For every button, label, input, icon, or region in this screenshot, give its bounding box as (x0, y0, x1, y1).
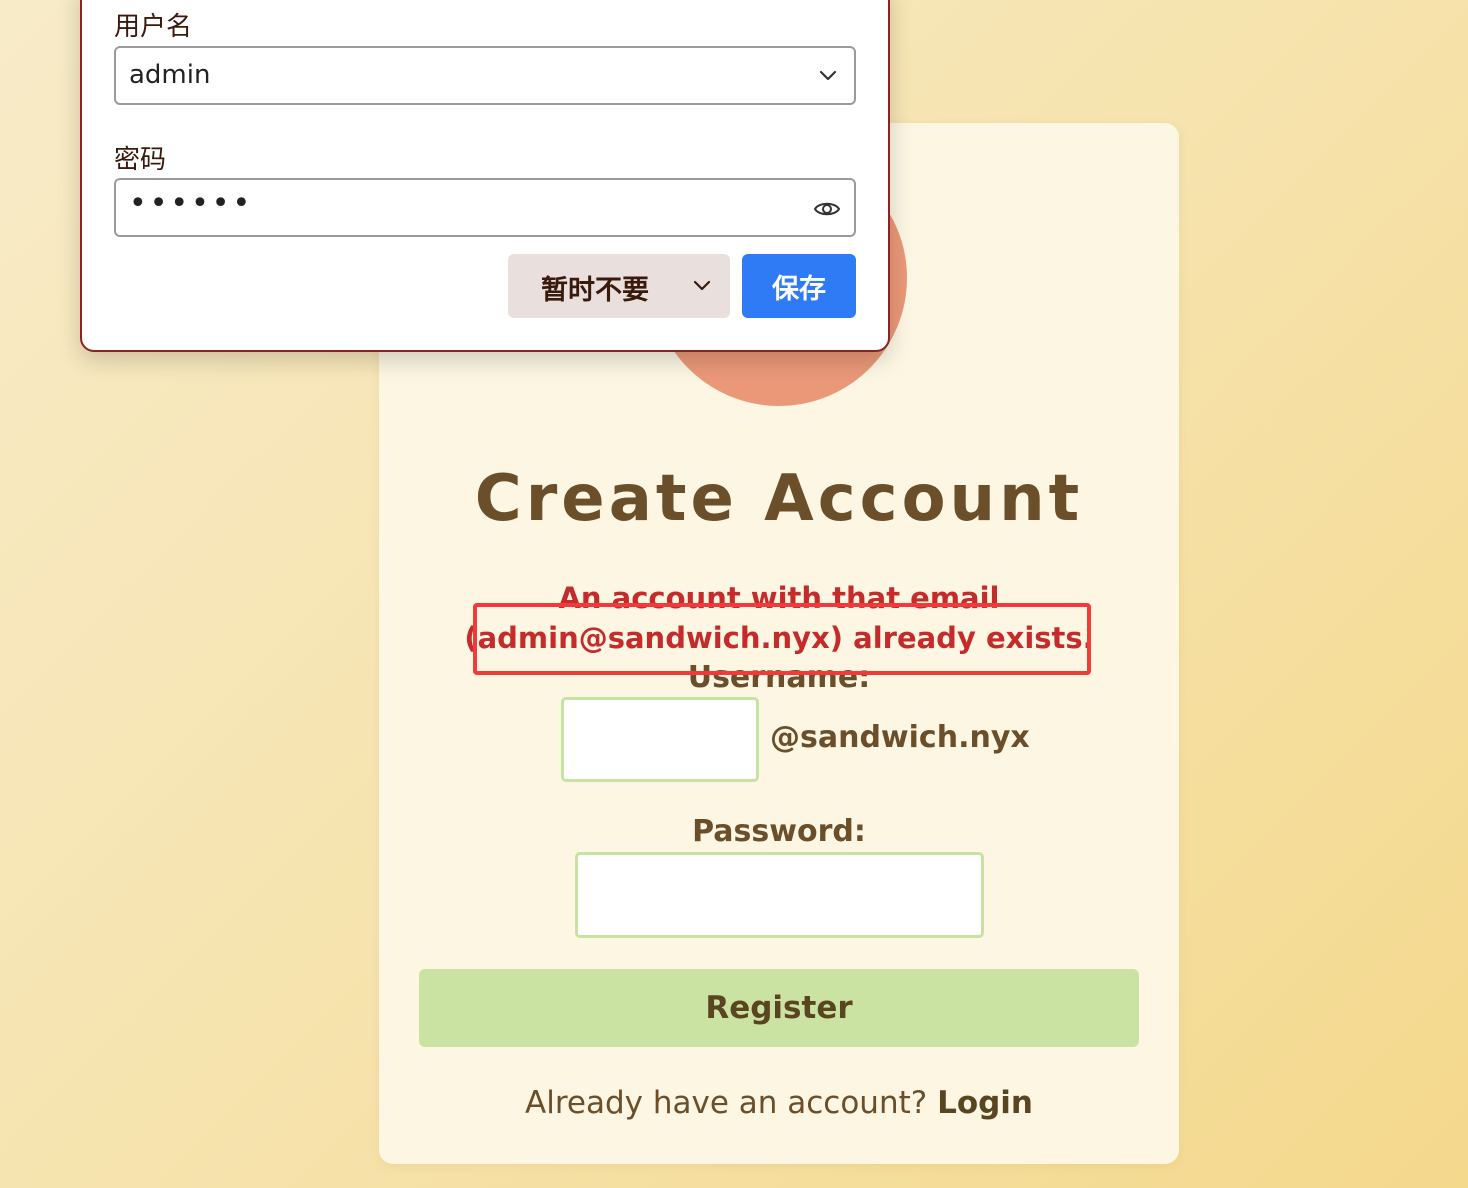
save-button[interactable]: 保存 (742, 254, 856, 318)
not-now-button[interactable]: 暂时不要 (508, 254, 730, 318)
password-label: Password: (692, 814, 866, 849)
chevron-down-icon (819, 70, 837, 81)
popup-password-label: 密码 (114, 145, 167, 175)
popup-username-value: admin (129, 60, 211, 90)
eye-icon[interactable] (812, 194, 842, 224)
popup-password-field[interactable]: •••••• (114, 178, 856, 237)
popup-username-select[interactable]: admin (114, 46, 856, 105)
not-now-label: 暂时不要 (541, 275, 649, 306)
login-link[interactable]: Login (937, 1085, 1033, 1121)
chevron-down-icon (693, 280, 711, 291)
popup-username-label: 用户名 (114, 12, 193, 42)
password-input[interactable] (575, 852, 984, 938)
popup-password-mask: •••••• (129, 186, 254, 221)
page-title: Create Account (474, 462, 1084, 536)
register-button[interactable]: Register (419, 969, 1139, 1047)
login-prompt: Already have an account? Login (379, 1085, 1179, 1121)
error-highlight-box (473, 603, 1091, 675)
email-domain-suffix: @sandwich.nyx (770, 720, 1030, 755)
username-input[interactable] (561, 697, 759, 782)
login-prompt-text: Already have an account? (525, 1085, 928, 1121)
